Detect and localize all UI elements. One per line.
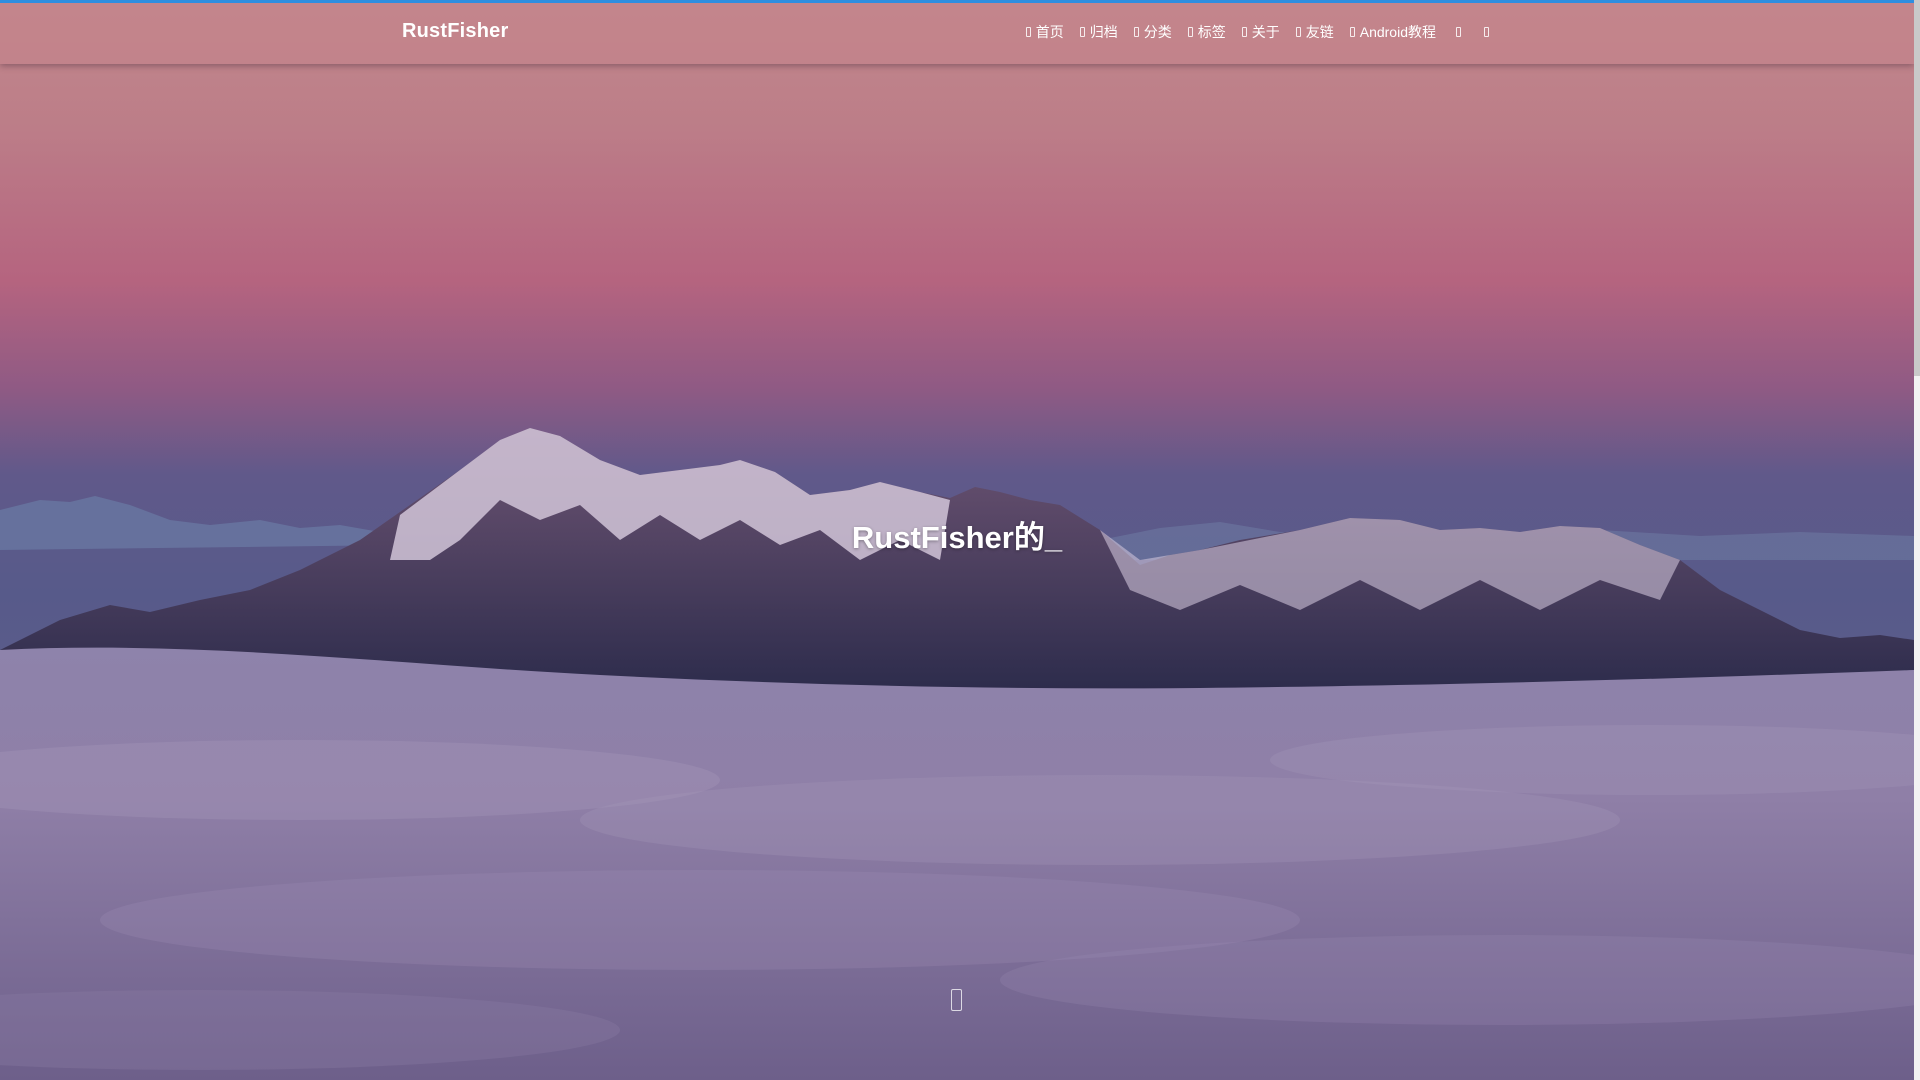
- theme-toggle-icon: [1483, 27, 1489, 37]
- hero-title: RustFisher的_: [851, 520, 1063, 555]
- nav-item-categories[interactable]: 分类: [1126, 12, 1180, 52]
- nav-item-label: 归档: [1089, 24, 1118, 40]
- nav-item-links[interactable]: 友链: [1288, 12, 1342, 52]
- page-scrollbar[interactable]: [1914, 0, 1920, 1080]
- nav-item-label: 关于: [1251, 24, 1280, 40]
- nav-item-label: 首页: [1035, 24, 1064, 40]
- nav-item-label: 标签: [1197, 24, 1226, 40]
- nav-item-label: 分类: [1143, 24, 1172, 40]
- user-icon: [1241, 27, 1247, 37]
- nav-item-about[interactable]: 关于: [1234, 12, 1288, 52]
- nav-item-tags[interactable]: 标签: [1180, 12, 1234, 52]
- search-button[interactable]: [1444, 12, 1472, 52]
- page-progress-bar: [0, 0, 1914, 3]
- nav-item-home[interactable]: 首页: [1018, 12, 1072, 52]
- archive-icon: [1079, 27, 1085, 37]
- link-icon: [1295, 27, 1301, 37]
- nav-item-label: 友链: [1305, 24, 1334, 40]
- folder-icon: [1133, 27, 1139, 37]
- nav-item-android-tutorial[interactable]: Android教程: [1342, 12, 1444, 52]
- search-icon: [1455, 27, 1461, 37]
- book-icon: [1349, 27, 1355, 37]
- home-icon: [1025, 27, 1031, 37]
- nav-item-archive[interactable]: 归档: [1072, 12, 1126, 52]
- site-brand[interactable]: RustFisher: [402, 20, 508, 43]
- theme-toggle-button[interactable]: [1472, 12, 1500, 52]
- scrollbar-thumb[interactable]: [1914, 0, 1920, 376]
- nav-menu: 首页 归档 分类 标签 关于 友链 Android教程: [1018, 0, 1500, 64]
- top-navbar: RustFisher 首页 归档 分类 标签 关于 友链 Android教程: [0, 0, 1914, 64]
- scroll-down-icon[interactable]: [951, 989, 962, 1011]
- nav-item-label: Android教程: [1359, 24, 1436, 40]
- tags-icon: [1187, 27, 1193, 37]
